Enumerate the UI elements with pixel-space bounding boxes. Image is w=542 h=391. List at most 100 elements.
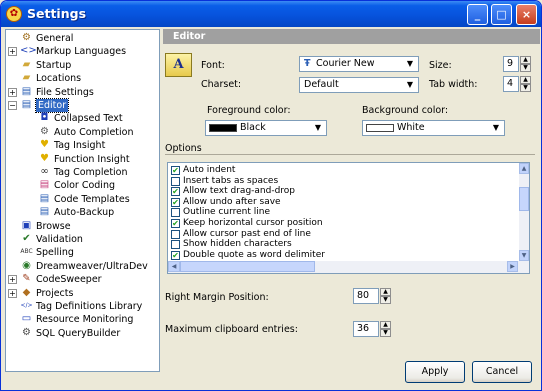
- settings-tree[interactable]: ⚙ General + <> Markup Languages ▰ Startup ▰ Loca…: [5, 29, 160, 372]
- tree-item[interactable]: ▤ Color Coding: [6, 179, 159, 192]
- tree-item[interactable]: ▤ Auto-Backup: [6, 206, 159, 219]
- scroll-left-icon[interactable]: ◀: [168, 261, 180, 272]
- tree-item[interactable]: ✔ Validation: [6, 233, 159, 246]
- chevron-down-icon[interactable]: ▼: [311, 122, 325, 134]
- tree-item[interactable]: ♥ Function Insight: [6, 153, 159, 166]
- collapse-icon[interactable]: −: [8, 101, 17, 110]
- option-checkbox[interactable]: [171, 176, 180, 186]
- tree-item-label: Validation: [36, 234, 83, 245]
- charset-dropdown[interactable]: Default ▼: [299, 77, 419, 93]
- spin-down-icon[interactable]: ▼: [520, 84, 531, 92]
- foreground-color-swatch: [209, 124, 237, 132]
- horizontal-scrollbar[interactable]: ◀ ▶: [168, 261, 529, 273]
- chevron-down-icon[interactable]: ▼: [403, 79, 417, 91]
- tree-item[interactable]: ◘ Collapsed Text: [6, 112, 159, 125]
- size-stepper[interactable]: ▲ ▼: [520, 56, 531, 72]
- option-label: Allow text drag-and-drop: [183, 186, 296, 197]
- app-icon: ✿: [6, 6, 22, 22]
- option-checkbox[interactable]: ✔: [171, 250, 180, 260]
- options-divider: [165, 154, 535, 155]
- tree-item-label: Tag Insight: [54, 140, 106, 152]
- tree-item[interactable]: ▰ Startup: [6, 59, 159, 72]
- scroll-thumb[interactable]: [519, 187, 529, 211]
- scroll-thumb[interactable]: [180, 261, 315, 272]
- cancel-button[interactable]: Cancel: [472, 361, 532, 383]
- option-checkbox[interactable]: ✔: [171, 187, 180, 197]
- option-checkbox[interactable]: ✔: [171, 166, 180, 175]
- charset-label: Charset:: [201, 79, 242, 90]
- tree-item-label: Color Coding: [54, 180, 115, 192]
- expand-icon[interactable]: +: [8, 87, 17, 97]
- right-margin-stepper[interactable]: ▲ ▼: [380, 288, 391, 304]
- foreground-color-dropdown[interactable]: Black ▼: [205, 120, 327, 136]
- tree-item[interactable]: ⚙ SQL QueryBuilder: [6, 327, 159, 340]
- tree-item-label: CodeSweeper: [36, 274, 102, 286]
- size-input[interactable]: 9: [503, 56, 519, 72]
- spin-up-icon[interactable]: ▲: [380, 288, 391, 296]
- expand-icon[interactable]: +: [8, 288, 17, 298]
- option-label: Outline current line: [183, 207, 270, 218]
- tree-item[interactable]: − ▤ Editor: [6, 98, 159, 113]
- clipboard-entries-input[interactable]: 36: [353, 321, 379, 337]
- tree-item-label: General: [36, 33, 74, 44]
- tree-item[interactable]: ◉ Dreamweaver/UltraDev: [6, 260, 159, 273]
- tree-item[interactable]: ▭ Resource Monitoring: [6, 313, 159, 326]
- tree-item[interactable]: + ▤ File Settings: [6, 86, 159, 99]
- spin-up-icon[interactable]: ▲: [520, 76, 531, 84]
- option-checkbox[interactable]: [171, 208, 180, 218]
- maximize-button[interactable]: □: [491, 4, 512, 25]
- tree-item[interactable]: ♥ Tag Insight: [6, 139, 159, 152]
- background-color-dropdown[interactable]: White ▼: [362, 120, 505, 136]
- font-label: Font:: [201, 60, 225, 71]
- tree-item[interactable]: + ✎ CodeSweeper: [6, 273, 159, 286]
- background-color-swatch: [366, 124, 394, 132]
- spin-down-icon[interactable]: ▼: [380, 296, 391, 304]
- apply-button[interactable]: Apply: [405, 361, 465, 383]
- right-margin-input[interactable]: 80: [353, 288, 379, 304]
- option-checkbox[interactable]: ✔: [171, 197, 180, 207]
- clipboard-entries-stepper[interactable]: ▲ ▼: [380, 321, 391, 337]
- options-list[interactable]: ✔ Auto indent Insert tabs as spaces ✔ Allow …: [167, 162, 530, 274]
- chevron-down-icon[interactable]: ▼: [403, 58, 417, 70]
- scroll-down-icon[interactable]: ▼: [519, 250, 529, 261]
- tree-item[interactable]: ABC Spelling: [6, 246, 159, 259]
- tab-width-stepper[interactable]: ▲ ▼: [520, 76, 531, 92]
- tree-item[interactable]: ▰ Locations: [6, 72, 159, 85]
- tree-item[interactable]: + <> Markup Languages: [6, 45, 159, 58]
- auto-complete-icon: ⚙: [40, 125, 49, 137]
- query-builder-icon: ⚙: [22, 326, 31, 338]
- tree-item-label: Projects: [36, 287, 74, 299]
- minimize-button[interactable]: _: [467, 4, 488, 25]
- font-dropdown[interactable]: Ŧ Courier New ▼: [299, 56, 419, 72]
- spin-up-icon[interactable]: ▲: [380, 321, 391, 329]
- folder-icon: ▰: [22, 58, 31, 70]
- close-button[interactable]: ×: [516, 4, 537, 25]
- scroll-up-icon[interactable]: ▲: [519, 163, 529, 174]
- scroll-right-icon[interactable]: ▶: [507, 261, 518, 272]
- tree-item[interactable]: + ◆ Projects: [6, 287, 159, 300]
- option-checkbox[interactable]: ✔: [171, 219, 180, 228]
- expand-icon[interactable]: +: [8, 275, 17, 285]
- tree-item[interactable]: ▣ Browse: [6, 220, 159, 233]
- font-type-icon: Ŧ: [304, 58, 311, 69]
- tree-item[interactable]: ⚙ General: [6, 32, 159, 45]
- title-bar[interactable]: ✿ Settings _ □ ×: [1, 1, 541, 27]
- expand-icon[interactable]: +: [8, 47, 17, 57]
- option-label: Insert tabs as spaces: [183, 175, 279, 186]
- option-checkbox[interactable]: [171, 240, 180, 250]
- option-label: Allow cursor past end of line: [183, 228, 311, 239]
- tree-item[interactable]: </> Tag Definitions Library: [6, 300, 159, 313]
- option-checkbox[interactable]: [171, 229, 180, 239]
- tree-item-label: Collapsed Text: [54, 113, 123, 125]
- tab-width-input[interactable]: 4: [503, 76, 519, 92]
- spin-up-icon[interactable]: ▲: [520, 56, 531, 64]
- spin-down-icon[interactable]: ▼: [380, 329, 391, 337]
- option-label: Allow undo after save: [183, 196, 281, 207]
- spin-down-icon[interactable]: ▼: [520, 64, 531, 72]
- tree-item[interactable]: ▤ Code Templates: [6, 193, 159, 206]
- option-label: Show hidden characters: [183, 239, 292, 250]
- vertical-scrollbar[interactable]: ▲ ▼: [519, 163, 529, 261]
- chevron-down-icon[interactable]: ▼: [489, 122, 503, 134]
- tree-item[interactable]: ∞ Tag Completion: [6, 166, 159, 179]
- tree-item[interactable]: ⚙ Auto Completion: [6, 126, 159, 139]
